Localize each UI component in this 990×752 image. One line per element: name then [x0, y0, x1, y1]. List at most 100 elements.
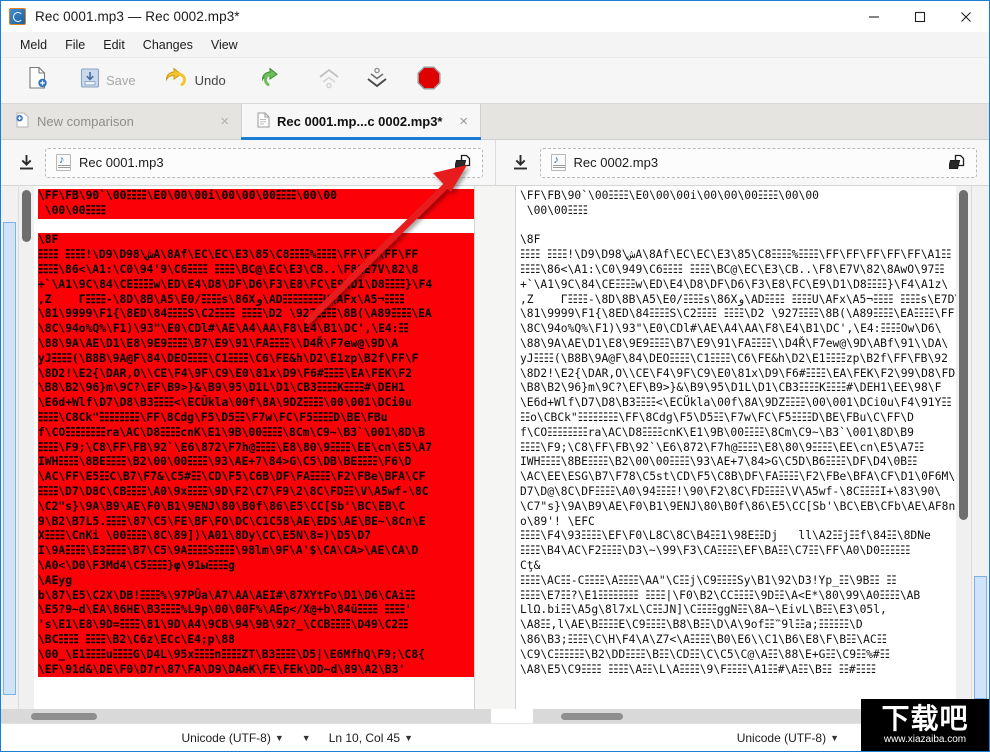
maximize-button[interactable]: [897, 1, 943, 32]
menu-item-meld[interactable]: Meld: [11, 35, 56, 55]
encoding-selector-left[interactable]: Unicode (UTF-8) ▼: [181, 731, 283, 745]
chevron-down-icon: ▼: [404, 732, 413, 743]
code-line: f\CO☷☷☷☷ra\AC\D8☷☷cnK\E1\9B\00☷☷\8Cm\C9~…: [38, 425, 474, 441]
right-text-pane[interactable]: \FF\FB\90`\00☷☷\E0\00\00i\00\00\00☷☷\00\…: [516, 186, 956, 709]
code-line: Cţ&: [520, 558, 541, 572]
save-button[interactable]: Save: [73, 61, 142, 101]
code-line: \88\9A\AE\D1\E8\9E9☷☷\B7\E9\91\FA☷☷\\D4Ř…: [38, 336, 474, 352]
chevron-down-icon: ▼: [274, 732, 284, 743]
status-left: Unicode (UTF-8) ▼ ▼ Ln 10, Col 45 ▼: [1, 731, 427, 745]
left-change-overview[interactable]: [1, 186, 19, 709]
file-chooser-right: Rec 0002.mp3: [494, 139, 990, 186]
code-line: \E5?9~d\EA\86HE\B3☷☷%L9p\00\00F%\AEp</X@…: [38, 603, 474, 619]
cursor-position-selector[interactable]: Ln 10, Col 45 ▼: [329, 731, 413, 745]
stop-octagon-icon: [416, 65, 442, 96]
code-line: ☷o\CBCk"☷☷☷☷\FF\8Cdg\F5\D5☷\F7w\FC\F5☷☷D…: [520, 410, 914, 424]
code-line: \AC\FF\E5☷C\B7\F7&\C5#☷\CD\F5\C6B\DF\FA☷…: [38, 470, 474, 485]
undo-button[interactable]: Undo: [158, 61, 232, 101]
code-line: ☷☷\F4\93☷☷\EF\F0\L8C\8C\B4☷1\98E☷Dj ll\A…: [520, 529, 931, 543]
code-line: IWH☷☷\8BE☷☷\B2\00\00☷☷\93\AE+7\84>G\C5\D…: [38, 455, 474, 471]
download-icon[interactable]: [510, 154, 532, 172]
menu-item-view[interactable]: View: [202, 35, 247, 55]
tab-close-file-comparison[interactable]: ×: [453, 114, 468, 129]
tab-new-comparison[interactable]: New comparison ×: [1, 104, 241, 139]
file-path-field-left[interactable]: Rec 0001.mp3: [45, 147, 483, 178]
minimize-button[interactable]: [851, 1, 897, 32]
code-line: \C9\C☷☷☷\B2\DD☷☷\B☷\CD☷\C\C5\C@\A☷\88\E+…: [520, 647, 890, 661]
left-text-pane[interactable]: \FF\FB\90`\00☷☷\E0\00\00i\00\00\00☷☷\00\…: [34, 186, 474, 709]
open-folder-icon[interactable]: [454, 154, 474, 171]
horizontal-scrollbar-row: [1, 709, 989, 723]
code-line: \FF\FB\90`\00☷☷\E0\00\00i\00\00\00☷☷\00\…: [38, 189, 474, 204]
toolbar: Save Undo: [1, 58, 989, 104]
right-hscroll-thumb[interactable]: [561, 713, 623, 720]
meld-window: Rec 0001.mp3 — Rec 0002.mp3* Meld File E…: [0, 0, 990, 752]
code-line: \86\B3;☷☷\C\H\F4\A\Z7<\A☷☷\B0\E6\\C1\B6\…: [520, 632, 887, 646]
menu-item-changes[interactable]: Changes: [134, 35, 202, 55]
watermark-url: www.xiazaiba.com: [883, 734, 967, 745]
code-line: I\9A☷☷\E3☷☷\B7\C5\9A☷☷S☷☷\98lm\9F\A'$\CA…: [38, 544, 474, 559]
code-line: \81\9999\F1{\8ED\84☷☷S\C2☷☷ ☷☷\D2 \927☷☷…: [520, 307, 956, 321]
close-button[interactable]: [943, 1, 989, 32]
new-comparison-button[interactable]: [19, 61, 57, 101]
window-title: Rec 0001.mp3 — Rec 0002.mp3*: [35, 9, 240, 24]
right-scroll-thumb[interactable]: [959, 190, 968, 520]
overview-selection: [974, 576, 987, 699]
code-line: IWH☷☷\8BE☷☷\B2\00\00☷☷\93\AE+7\84>G\C5D\…: [520, 455, 918, 469]
file-path-field-right[interactable]: Rec 0002.mp3: [539, 147, 977, 178]
stop-button[interactable]: [410, 61, 448, 101]
code-line: ☷☷\E7☷?\E1☷☷☷☷ ☷☷|\F0\B2\CC☷☷\9D☷\A<E*\8…: [520, 588, 921, 602]
tab-file-comparison[interactable]: Rec 0001.mp...c 0002.mp3* ×: [241, 104, 481, 140]
code-line: \AEyg: [38, 573, 474, 589]
mp3-file-icon: [56, 154, 71, 171]
file-chooser-left: Rec 0001.mp3: [1, 140, 495, 186]
new-document-icon: [27, 66, 49, 95]
line-ending-selector-left[interactable]: ▼: [302, 733, 311, 743]
left-scroll-thumb[interactable]: [22, 190, 31, 242]
next-change-button[interactable]: [358, 61, 396, 101]
code-line: \8C\94o%Q%\F1)\93"\E0\CDl#\AE\A4\AA\F8\E…: [38, 322, 474, 337]
code-line: \A8\E5\C9☷☷ ☷☷\A☷\L\A☷☷\9\F☷☷\A1☷#\A☷\B☷…: [520, 662, 876, 676]
code-line: \00\00☷☷: [520, 203, 588, 217]
code-line: ☷☷\AC☷-C☷☷\A☷☷\AA"\C☷j\C9☷☷Sy\B1\92\D3!Y…: [520, 573, 897, 587]
tab-close-new-comparison[interactable]: ×: [214, 114, 229, 129]
previous-change-button[interactable]: [310, 61, 348, 101]
cursor-position-label: Ln 10, Col 45: [328, 730, 401, 745]
redo-button[interactable]: [254, 61, 292, 101]
code-line: \8D2!\E2{\DAR,O\\CE\F4\9F\C9\E0\81x\D9\F…: [38, 366, 474, 382]
code-line: ☷☷\F9;\C8\FF\FB\92`\E6\872\F7h@☷☷\E8\80\…: [520, 440, 925, 454]
chevron-down-icon: ▼: [830, 732, 839, 743]
center-change-gutter[interactable]: [474, 186, 516, 709]
right-scrollbar[interactable]: [956, 186, 971, 709]
watermark-text: 下载吧: [881, 702, 969, 735]
code-line: X☷☷\CnKi \00☷☷\8C\89])\A01\8Dy\CC\E5N\8=…: [38, 529, 474, 545]
left-hscrollbar[interactable]: [1, 709, 491, 723]
code-line: \AC\EE\ESG\B7\F78\C5st\CD\F5\C8B\DF\FA☷☷…: [520, 470, 956, 484]
menu-item-edit[interactable]: Edit: [94, 35, 134, 55]
code-line: 9\B2\B7L5.☷☷\87\C5\FE\BF\FO\DC\C1C58\AE\…: [38, 514, 474, 530]
encoding-selector-right[interactable]: Unicode (UTF-8) ▼: [737, 731, 839, 745]
download-icon[interactable]: [15, 154, 37, 172]
code-line: \8F: [520, 233, 541, 247]
code-line: 's\E1\E8\9D=☷☷\81\9D\A4\9CB\94\9B\92?_\C…: [38, 618, 474, 633]
meld-app-icon: [9, 8, 26, 25]
code-line: \E6d+Wlf\D7\D8\B3☷☷<\ECŬkla\00f\8A\9DZ☷…: [38, 396, 474, 411]
code-line: \E6d+Wlf\D7\D8\B3☷☷<\ECŬkla\00f\8A\9DZ☷…: [520, 396, 952, 410]
undo-label: Undo: [194, 73, 226, 88]
code-line: yJ☷☷(\B8B\9A@F\84\DEO☷☷\C1☷☷\C6\FE&h\D2\…: [520, 351, 948, 365]
code-line: \C2"s}\9A\B9\AE\F0\B1\9ENJ\80\B0f\86\E5\…: [38, 499, 474, 515]
code-line: D7\D@\8C\DF☷☷\A0\94☷☷!\90\F2\8C\FD☷☷\V\A…: [520, 484, 942, 498]
left-scrollbar[interactable]: [19, 186, 34, 709]
code-line: ,Z Г☷☷-\8D\8B\A5\E0/☷☷s\86Xو\AD☷☷☷☷U\AFx…: [38, 292, 474, 308]
code-line: ☷☷\B4\AC\F2☷☷\D3\~\99\F3\CA☷☷\EF\BA☷\C7☷…: [520, 544, 911, 558]
code-line: \A0<\D0\F3Md4\C5☷☷}φ\91ы☷☷g: [38, 558, 474, 574]
code-line: \A8☷,l\AE\B☷☷E\C9☷☷\B8\B☷\D\A\9of☷‷9l☷a;…: [520, 618, 863, 632]
code-line: \EF\91d&\DE\F0\D7r\87\FA\D9\DAeK\FE\FEk\…: [38, 662, 474, 678]
open-folder-icon[interactable]: [948, 154, 968, 171]
left-hscroll-thumb[interactable]: [31, 713, 97, 720]
code-line: \00\00☷☷: [38, 203, 474, 219]
menu-item-file[interactable]: File: [56, 35, 94, 55]
right-change-overview[interactable]: [971, 186, 989, 709]
